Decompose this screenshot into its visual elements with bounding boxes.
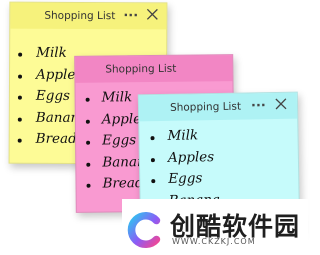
list-item[interactable]: Milk [139,126,297,150]
close-icon[interactable] [146,8,158,20]
more-options-icon[interactable]: ... [123,5,138,20]
list-item-text: Milk [101,89,133,106]
list-item-text: Bread [102,175,144,192]
bullet-icon [18,74,23,79]
bullet-icon [85,119,90,124]
bullet-icon [85,97,90,102]
note-header[interactable]: Shopping List ... [138,92,298,122]
note-header[interactable]: Shopping List [75,55,233,83]
bullet-icon [86,162,91,167]
list-item-text: Milk [36,44,67,61]
note-title: Shopping List [169,100,242,114]
bullet-icon [17,138,22,143]
bullet-icon [86,183,91,188]
list-item[interactable]: Apples [140,147,298,171]
list-item-text: Apples [167,148,215,166]
watermark-url: WWW.CKZKJ.COM [172,237,256,246]
bullet-icon [18,52,23,57]
bullet-icon [17,95,22,100]
list-item[interactable]: Eggs [140,169,298,193]
watermark-logo-icon [127,211,161,249]
list-item-text: Eggs [35,87,71,104]
list-item-text: Eggs [168,170,203,187]
note-title: Shopping List [105,62,177,76]
more-options-icon[interactable]: ... [251,95,266,110]
bullet-icon [150,157,155,162]
list-item-text: Eggs [101,132,137,149]
site-watermark: 创酷软件园 WWW.CKZKJ.COM [122,199,308,253]
bullet-icon [86,140,91,145]
list-item-text: Milk [167,127,199,144]
note-title: Shopping List [44,9,116,23]
list-item-text: Bread [35,130,77,147]
sticky-notes-screen: Shopping List ... Milk Apples Eggs Banan… [0,0,310,255]
note-header[interactable]: Shopping List ... [10,2,167,30]
bullet-icon [17,117,22,122]
close-icon[interactable] [275,98,287,110]
bullet-icon [150,136,155,141]
bullet-icon [151,179,156,184]
